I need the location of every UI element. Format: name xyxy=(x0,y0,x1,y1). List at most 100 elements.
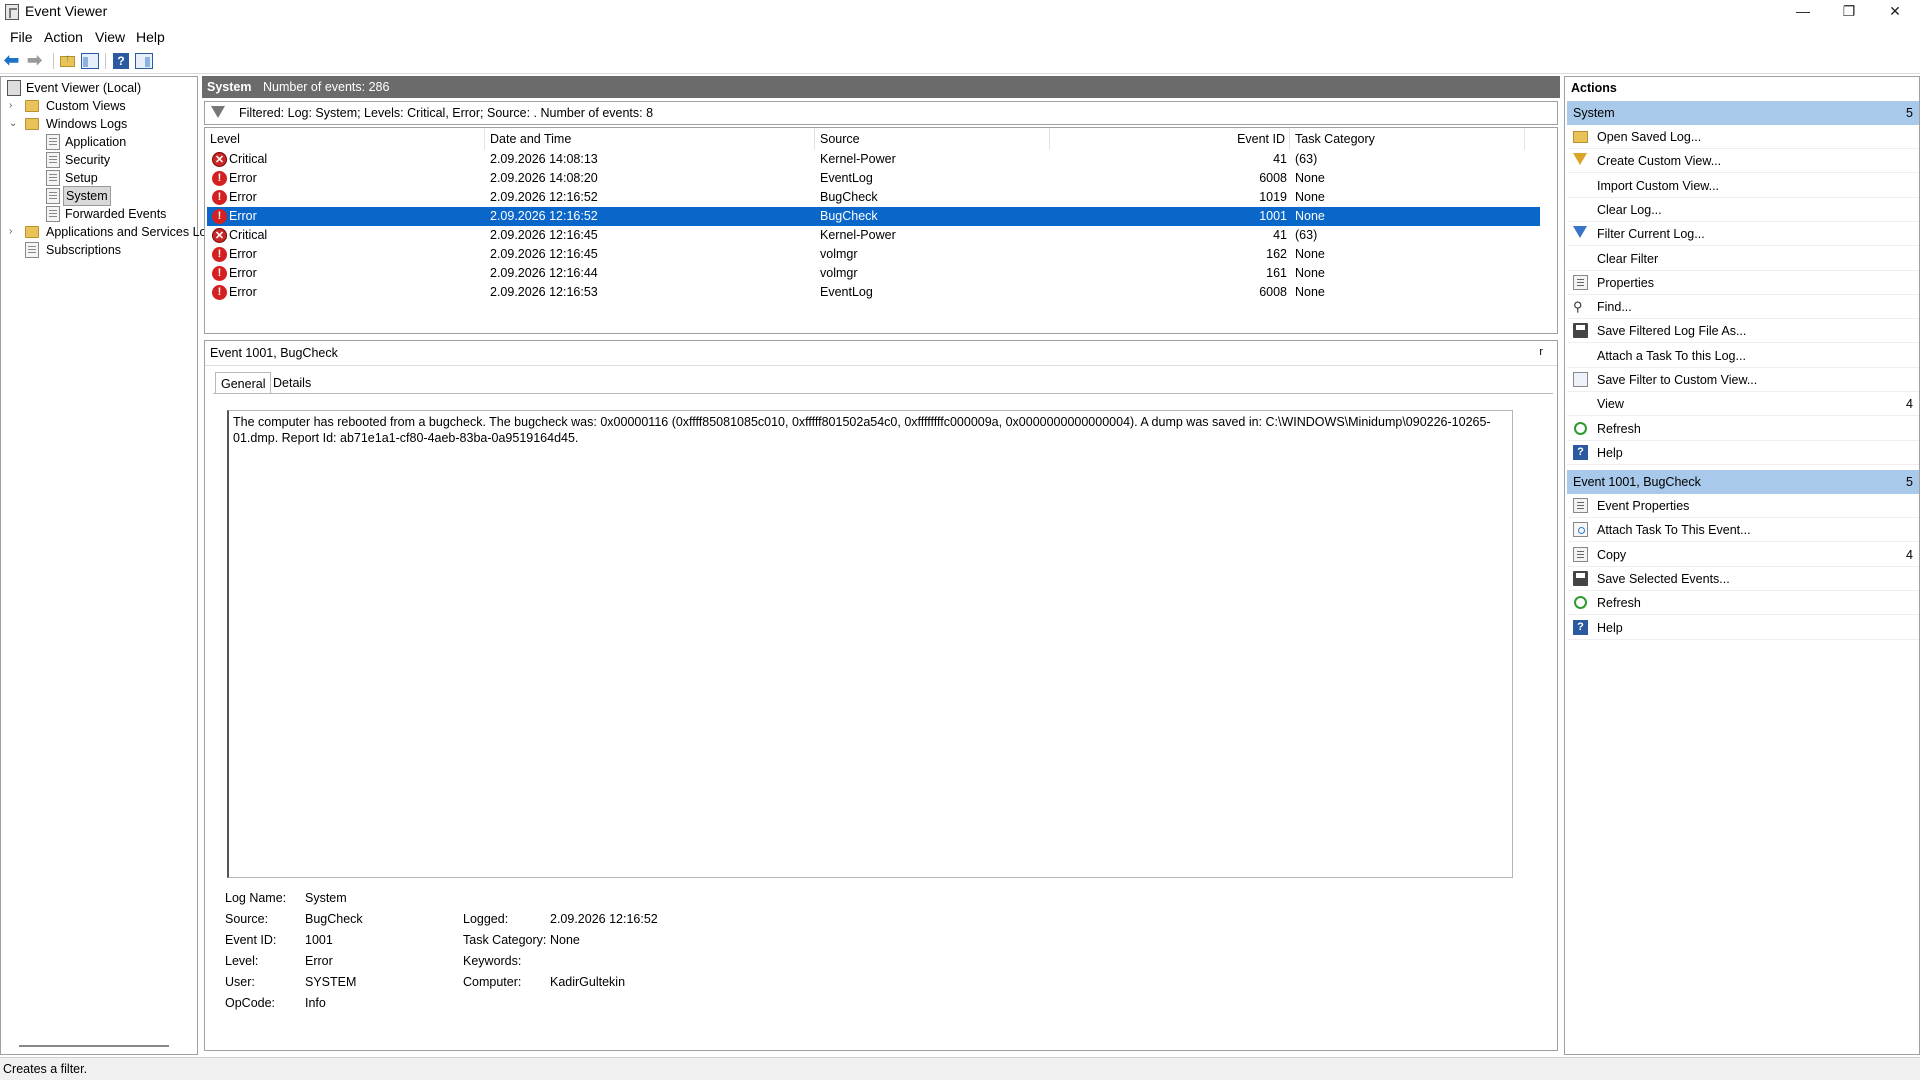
detail-close-icon[interactable]: r xyxy=(1539,346,1543,358)
event-row[interactable]: ! Error 2.09.2026 12:16:53 EventLog 6008 None xyxy=(207,283,1540,302)
menu-action[interactable]: Action xyxy=(44,29,83,45)
tree-label: Subscriptions xyxy=(46,243,122,257)
cell-event-id: 6008 xyxy=(1259,285,1287,299)
status-bar: Creates a filter. xyxy=(0,1057,1920,1080)
action-save-filtered-log-file-as[interactable]: Save Filtered Log File As... xyxy=(1567,319,1919,344)
close-button[interactable]: ✕ xyxy=(1872,0,1918,26)
minimize-button[interactable]: — xyxy=(1780,0,1826,26)
task-icon xyxy=(1573,522,1588,538)
action-clear-log[interactable]: Clear Log... xyxy=(1567,198,1919,222)
action-save-filter-to-custom-view[interactable]: Save Filter to Custom View... xyxy=(1567,368,1919,392)
action-find[interactable]: ⚲ Find... xyxy=(1567,295,1919,320)
event-row[interactable]: ! Error 2.09.2026 12:16:52 BugCheck 1019 None xyxy=(207,188,1540,207)
expand-chevron-icon[interactable]: › xyxy=(9,223,12,241)
tab-general[interactable]: General xyxy=(215,372,272,394)
prop-label: Computer: xyxy=(463,975,522,989)
properties-icon xyxy=(1573,274,1588,290)
event-row[interactable]: ✕ Critical 2.09.2026 14:08:13 Kernel-Power 4… xyxy=(207,150,1540,169)
log-icon xyxy=(46,152,60,168)
prop-opcode: Info xyxy=(305,996,326,1010)
actions-header: Actions xyxy=(1571,81,1617,95)
up-folder-icon[interactable]: ↑ xyxy=(57,50,79,72)
prop-event-id: 1001 xyxy=(305,933,333,947)
help-icon[interactable]: ? xyxy=(110,50,132,72)
collapse-arrow-icon[interactable]: 5 xyxy=(1906,470,1913,494)
column-source[interactable]: Source xyxy=(815,128,1050,150)
action-copy[interactable]: Copy 4 xyxy=(1567,543,1919,567)
event-row[interactable]: ! Error 2.09.2026 12:16:52 BugCheck 1001 None xyxy=(207,207,1540,226)
tab-details[interactable]: Details xyxy=(268,372,316,394)
status-text: Creates a filter. xyxy=(3,1062,88,1076)
action-refresh[interactable]: Refresh xyxy=(1567,591,1919,616)
action-label: Clear Filter xyxy=(1597,251,1659,266)
critical-icon: ✕ xyxy=(212,228,227,243)
save-icon xyxy=(1573,323,1588,339)
cell-task-category: None xyxy=(1295,190,1325,204)
action-label: Help xyxy=(1597,620,1623,635)
event-message[interactable]: The computer has rebooted from a bugchec… xyxy=(227,410,1513,878)
action-clear-filter[interactable]: Clear Filter xyxy=(1567,247,1919,271)
prop-label: User: xyxy=(225,975,255,989)
cell-task-category: None xyxy=(1295,266,1325,280)
action-label: Attach Task To This Event... xyxy=(1597,523,1751,538)
cell-event-id: 162 xyxy=(1266,247,1287,261)
forward-icon[interactable]: ➡ xyxy=(27,51,42,69)
prop-source: BugCheck xyxy=(305,912,363,926)
expand-chevron-icon[interactable]: › xyxy=(9,97,12,115)
action-create-custom-view[interactable]: Create Custom View... xyxy=(1567,149,1919,174)
action-attach-a-task-to-this-log[interactable]: Attach a Task To this Log... xyxy=(1567,344,1919,368)
event-row[interactable]: ! Error 2.09.2026 12:16:44 volmgr 161 None xyxy=(207,264,1540,283)
cell-level: Critical xyxy=(229,152,268,166)
column-event-id[interactable]: Event ID xyxy=(1050,128,1290,150)
action-label: Refresh xyxy=(1597,421,1641,436)
action-save-selected-events[interactable]: Save Selected Events... xyxy=(1567,567,1919,591)
cell-source: Kernel-Power xyxy=(820,228,896,242)
prop-label: Logged: xyxy=(463,912,509,926)
tree-label: Application xyxy=(65,135,127,149)
cell-event-id: 1019 xyxy=(1259,190,1287,204)
cell-event-id: 41 xyxy=(1273,228,1287,242)
horizontal-scrollbar[interactable] xyxy=(19,1045,169,1047)
back-icon[interactable]: ⬅ xyxy=(4,51,19,69)
collapse-arrow-icon[interactable]: 5 xyxy=(1906,101,1913,125)
action-refresh[interactable]: Refresh xyxy=(1567,417,1919,441)
action-import-custom-view[interactable]: Import Custom View... xyxy=(1567,174,1919,198)
tree-label: System xyxy=(63,186,111,206)
action-filter-current-log[interactable]: Filter Current Log... xyxy=(1567,222,1919,247)
show-hide-tree-icon[interactable] xyxy=(79,50,101,72)
cell-source: volmgr xyxy=(820,266,858,280)
action-view[interactable]: View 4 xyxy=(1567,392,1919,417)
action-event-properties[interactable]: Event Properties xyxy=(1567,494,1919,518)
action-label: Save Filtered Log File As... xyxy=(1597,324,1747,339)
action-label: Event Properties xyxy=(1597,499,1690,513)
toolbar-separator xyxy=(53,53,54,69)
action-help[interactable]: ? Help xyxy=(1567,616,1919,640)
menu-view[interactable]: View xyxy=(95,29,125,45)
action-help[interactable]: ? Help xyxy=(1567,441,1919,465)
actions-section-event[interactable]: Event 1001, BugCheck 5 xyxy=(1567,470,1919,494)
event-row[interactable]: ! Error 2.09.2026 14:08:20 EventLog 6008 None xyxy=(207,169,1540,188)
center-pane: System Number of events: 286 Filtered: L… xyxy=(202,76,1560,1055)
cell-source: EventLog xyxy=(820,171,873,185)
menu-file[interactable]: File xyxy=(10,29,33,45)
event-row[interactable]: ✕ Critical 2.09.2026 12:16:45 Kernel-Power 4… xyxy=(207,226,1540,245)
restore-button[interactable]: ❐ xyxy=(1826,0,1872,26)
menu-help[interactable]: Help xyxy=(136,29,165,45)
action-label: Refresh xyxy=(1597,596,1641,611)
cell-task-category: (63) xyxy=(1295,152,1318,166)
action-label: Attach a Task To this Log... xyxy=(1597,348,1746,363)
event-row[interactable]: ! Error 2.09.2026 12:16:45 volmgr 162 None xyxy=(207,245,1540,264)
action-attach-task-to-this-event[interactable]: Attach Task To This Event... xyxy=(1567,518,1919,543)
actions-section-system[interactable]: System 5 xyxy=(1567,101,1919,125)
column-date-time[interactable]: Date and Time xyxy=(485,128,815,150)
toolbar-separator xyxy=(105,53,106,69)
column-level[interactable]: Level xyxy=(205,128,485,150)
action-pane-icon[interactable] xyxy=(133,50,155,72)
collapse-chevron-icon[interactable]: ⌄ xyxy=(9,115,17,133)
action-properties[interactable]: Properties xyxy=(1567,271,1919,295)
submenu-arrow-icon: 4 xyxy=(1906,397,1913,412)
column-task-category[interactable]: Task Category xyxy=(1290,128,1525,150)
tree-label: Setup xyxy=(65,171,98,185)
action-open-saved-log[interactable]: Open Saved Log... xyxy=(1567,125,1919,149)
section-title: System xyxy=(1573,106,1615,120)
